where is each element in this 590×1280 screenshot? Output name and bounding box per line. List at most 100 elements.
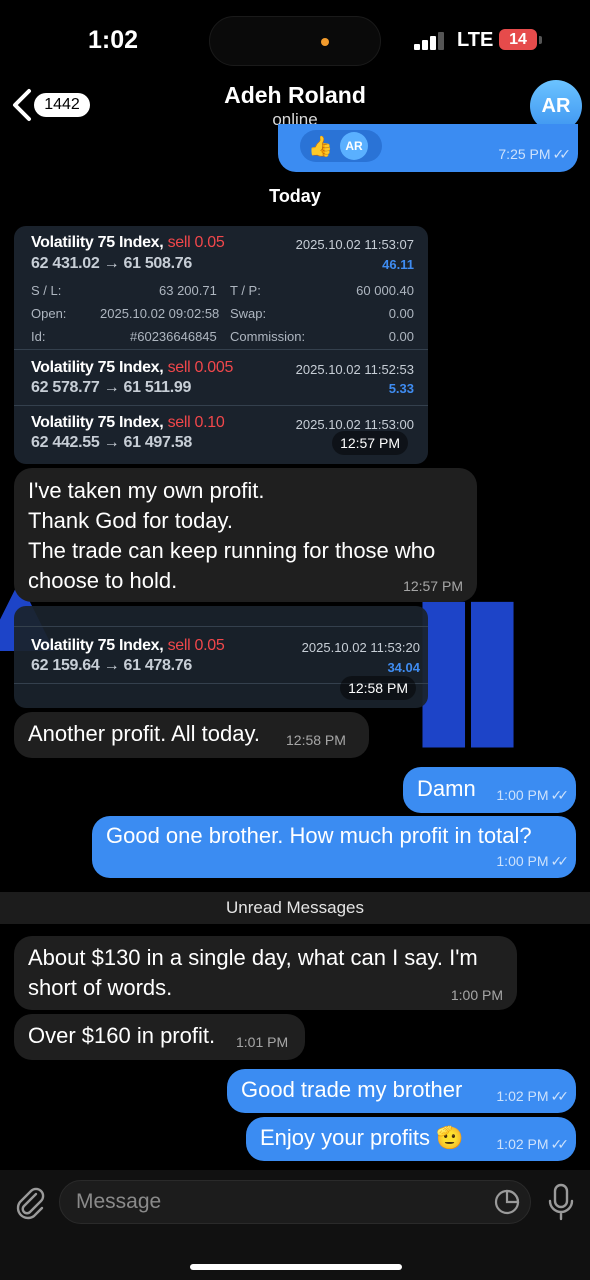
message-text: Damn xyxy=(417,776,476,801)
message-time: 1:02 PM xyxy=(496,1136,549,1152)
trade-date: 2025.10.02 11:52:53 xyxy=(295,362,414,377)
message-line: The trade can keep running for those who xyxy=(28,538,436,563)
date-separator: Today xyxy=(269,186,321,206)
message-text: Another profit. All today. xyxy=(28,721,260,746)
swap-label: Swap: xyxy=(230,306,267,321)
sl-label: S / L: xyxy=(31,283,62,298)
trade-prices: 62 431.02 → 61 508.76 xyxy=(31,255,192,272)
trade-profit: 46.11 xyxy=(382,257,414,272)
row-divider xyxy=(14,626,428,627)
trade-symbol: Volatility 75 Index, sell 0.10 xyxy=(31,414,225,431)
open-label: Open: xyxy=(31,306,67,321)
trade-prices: 62 578.77 → 61 511.99 xyxy=(31,379,192,396)
message-bubble-outgoing[interactable]: 👍 AR 7:25 PM ✓✓ xyxy=(278,124,578,172)
trade-prices: 62 442.55 → 61 497.58 xyxy=(31,434,192,451)
message-line: About $130 in a single day, what can I s… xyxy=(28,945,478,970)
message-bubble-outgoing[interactable]: Good one brother. How much profit in tot… xyxy=(92,816,576,878)
message-text: Good trade my brother xyxy=(241,1077,463,1102)
open-value: 2025.10.02 09:02:58 xyxy=(100,306,220,321)
id-label: Id: xyxy=(31,329,46,344)
message-text: Enjoy your profits 🫡 xyxy=(260,1125,464,1150)
message-text: Over $160 in profit. xyxy=(28,1023,216,1048)
commission-label: Commission: xyxy=(230,329,306,344)
microphone-icon[interactable] xyxy=(548,1183,574,1221)
message-time: 1:00 PM xyxy=(450,987,503,1003)
swap-value: 0.00 xyxy=(388,306,414,321)
trade-profit: 5.33 xyxy=(388,381,414,396)
message-meta: 1:00 PM ✓✓ xyxy=(496,787,570,804)
composer-bar xyxy=(0,1170,590,1280)
paperclip-icon[interactable] xyxy=(12,1184,48,1220)
recording-dot-icon xyxy=(321,38,329,46)
thumbs-up-icon: 👍 xyxy=(308,136,333,158)
salute-emoji-icon: 🫡 xyxy=(436,1125,464,1150)
double-check-icon: ✓✓ xyxy=(550,1136,570,1152)
message-time: 1:01 PM xyxy=(236,1034,289,1050)
message-meta: 1:00 PM ✓✓ xyxy=(496,853,570,870)
message-bubble-incoming[interactable]: I've taken my own profit. Thank God for … xyxy=(14,468,477,602)
message-bubble-outgoing[interactable]: Damn 1:00 PM ✓✓ xyxy=(403,767,576,813)
reaction-chip[interactable]: 👍 AR xyxy=(300,130,382,162)
message-bubble-incoming[interactable]: Over $160 in profit. 1:01 PM xyxy=(14,1014,305,1060)
dynamic-island xyxy=(209,16,381,66)
sticker-icon[interactable] xyxy=(494,1189,520,1215)
message-line: choose to hold. xyxy=(28,568,178,593)
trade-action: sell 0.10 xyxy=(167,414,225,431)
trade-screenshot-1[interactable]: Volatility 75 Index, sell 0.05 2025.10.0… xyxy=(14,226,428,464)
status-time: 1:02 xyxy=(88,26,139,54)
row-divider xyxy=(14,405,428,406)
unread-separator: Unread Messages xyxy=(0,892,590,924)
trade-prices: 62 159.64 → 61 478.76 xyxy=(31,657,192,674)
message-bubble-outgoing[interactable]: Enjoy your profits 🫡 1:02 PM ✓✓ xyxy=(246,1117,576,1161)
trade-action: sell 0.05 xyxy=(167,234,225,251)
message-line: short of words. xyxy=(28,975,173,1000)
double-check-icon: ✓✓ xyxy=(550,853,570,869)
message-bubble-incoming[interactable]: About $130 in a single day, what can I s… xyxy=(14,936,517,1010)
trade-action: sell 0.005 xyxy=(167,359,234,376)
message-time: 1:00 PM xyxy=(496,787,549,803)
trade-symbol: Volatility 75 Index, sell 0.005 xyxy=(31,359,234,376)
trade-symbol: Volatility 75 Index, sell 0.05 xyxy=(31,234,225,251)
sl-value: 63 200.71 xyxy=(159,283,217,298)
double-check-icon: ✓✓ xyxy=(550,1088,570,1104)
contact-name[interactable]: Adeh Roland xyxy=(0,82,590,109)
trade-profit: 34.04 xyxy=(387,660,420,675)
trade-date: 2025.10.02 11:53:20 xyxy=(301,640,420,655)
message-line: Thank God for today. xyxy=(28,508,234,533)
message-meta: 1:02 PM ✓✓ xyxy=(496,1136,570,1153)
network-type: LTE xyxy=(457,29,494,51)
row-divider xyxy=(14,349,428,350)
battery-nub xyxy=(539,36,542,44)
message-bubble-incoming[interactable]: Another profit. All today. 12:58 PM xyxy=(14,712,369,758)
id-value: #60236646845 xyxy=(130,329,217,344)
signal-icon xyxy=(414,30,448,50)
tp-value: 60 000.40 xyxy=(356,283,414,298)
message-bubble-outgoing[interactable]: Good trade my brother 1:02 PM ✓✓ xyxy=(227,1069,576,1113)
tp-label: T / P: xyxy=(230,283,261,298)
message-time: 7:25 PM xyxy=(498,146,551,162)
message-text: I've taken my own profit. Thank God for … xyxy=(28,476,435,596)
message-text: Good one brother. How much profit in tot… xyxy=(106,823,532,848)
trade-date: 2025.10.02 11:53:00 xyxy=(295,417,414,432)
home-indicator[interactable] xyxy=(190,1264,402,1270)
message-time: 12:58 PM xyxy=(340,676,416,700)
message-meta: 1:02 PM ✓✓ xyxy=(496,1088,570,1105)
message-meta: 7:25 PM ✓✓ xyxy=(498,146,572,163)
reaction-avatar: AR xyxy=(340,132,368,160)
trade-symbol: Volatility 75 Index, sell 0.05 xyxy=(31,637,225,654)
trade-date: 2025.10.02 11:53:07 xyxy=(295,237,414,252)
double-check-icon: ✓✓ xyxy=(550,787,570,803)
battery-icon: 14 xyxy=(499,29,537,50)
status-bar: 1:02 LTE 14 xyxy=(0,0,590,80)
message-line: I've taken my own profit. xyxy=(28,478,265,503)
trade-action: sell 0.05 xyxy=(167,637,225,654)
commission-value: 0.00 xyxy=(388,329,414,344)
message-time: 1:00 PM xyxy=(496,853,549,869)
message-input[interactable] xyxy=(59,1180,531,1224)
message-time: 12:57 PM xyxy=(403,578,463,594)
message-time: 12:58 PM xyxy=(286,732,346,748)
message-time: 12:57 PM xyxy=(332,431,408,455)
trade-screenshot-2[interactable]: Volatility 75 Index, sell 0.05 2025.10.0… xyxy=(14,606,428,708)
message-time: 1:02 PM xyxy=(496,1088,549,1104)
double-check-icon: ✓✓ xyxy=(552,146,572,162)
